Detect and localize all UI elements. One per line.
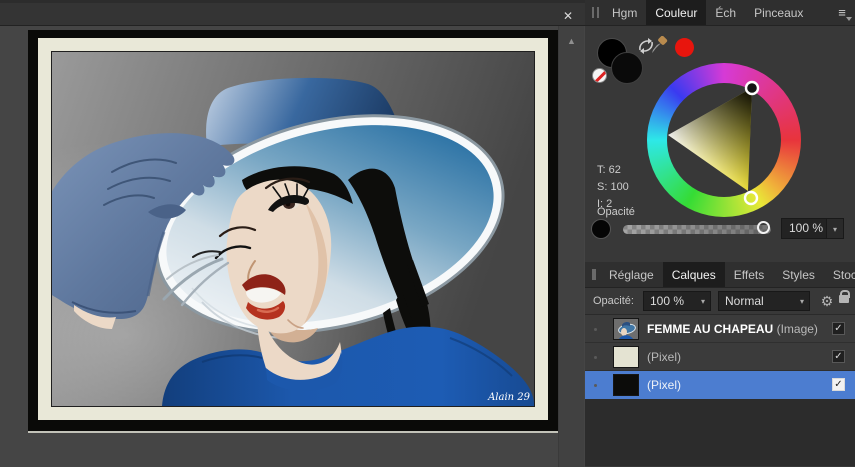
chevron-down-icon: ▾	[799, 297, 804, 306]
visibility-checkbox[interactable]: ✓	[832, 378, 845, 391]
layer-type: (Image)	[776, 322, 818, 336]
hue-marker[interactable]	[743, 190, 759, 206]
layer-type: (Pixel)	[647, 350, 682, 364]
opacity-dropdown-icon[interactable]: ▾	[827, 218, 844, 239]
layer-thumbnail[interactable]	[613, 346, 639, 368]
opacity-slider-handle[interactable]	[757, 221, 770, 234]
color-panel-tabs: Hgm Couleur Éch Pinceaux	[603, 0, 829, 25]
document-window: ✕ Alain 29 ▲	[0, 0, 585, 467]
layers-list: FEMME AU CHAPEAU (Image) ✓ (Pixel) ✓ (Pi…	[585, 315, 855, 466]
color-panel: Hgm Couleur Éch Pinceaux ≡ T: 62 S: 100 …	[585, 0, 855, 262]
layer-name: FEMME AU CHAPEAU	[647, 322, 774, 336]
layer-opacity-value: 100 %	[650, 294, 685, 308]
recent-color-swatch[interactable]	[675, 38, 694, 57]
lock-icon[interactable]	[839, 290, 850, 303]
tab-couleur[interactable]: Couleur	[646, 0, 707, 25]
document-tab-bar: ✕	[0, 0, 585, 26]
document-page: Alain 29	[28, 30, 558, 433]
layers-controls: Opacité: 100 % ▾ Normal ▾ ⚙	[585, 288, 855, 315]
color-panel-header: Hgm Couleur Éch Pinceaux ≡	[585, 0, 855, 26]
visibility-checkbox[interactable]: ✓	[832, 350, 845, 363]
layer-label: FEMME AU CHAPEAU (Image)	[647, 322, 818, 336]
layer-row-pixel-black[interactable]: (Pixel) ✓	[585, 371, 855, 399]
opacity-slider[interactable]	[623, 225, 771, 234]
shade-marker[interactable]	[744, 80, 760, 96]
opacity-label: Opacité	[597, 206, 635, 218]
no-fill-icon[interactable]	[592, 68, 607, 83]
artist-signature: Alain 29	[487, 392, 531, 403]
row-grip-icon	[594, 384, 597, 387]
saturation-triangle[interactable]	[647, 63, 801, 217]
panel-grip-icon[interactable]	[592, 269, 596, 280]
canvas-pasteboard[interactable]: Alain 29 ▲	[0, 26, 585, 467]
layer-label: (Pixel)	[647, 378, 681, 392]
panel-grip-icon[interactable]	[592, 7, 599, 18]
row-grip-icon	[594, 356, 597, 359]
artwork-frame: Alain 29	[38, 38, 548, 420]
app-root: ✕ Alain 29 ▲ Hgm Couleur Éch Pinceaux ≡ …	[0, 0, 855, 467]
gear-icon[interactable]: ⚙	[818, 291, 836, 311]
layers-empty-area	[585, 399, 855, 466]
hue-readout: T: 62	[597, 164, 621, 176]
tab-pinceaux[interactable]: Pinceaux	[745, 0, 812, 25]
blend-mode-select[interactable]: Normal ▾	[718, 291, 810, 311]
tab-stock[interactable]: Stock	[824, 262, 855, 287]
tab-styles[interactable]: Styles	[773, 262, 824, 287]
layer-row-femme-au-chapeau[interactable]: FEMME AU CHAPEAU (Image) ✓	[585, 315, 855, 343]
close-icon[interactable]: ✕	[559, 7, 577, 25]
chevron-down-icon: ▾	[700, 297, 705, 306]
row-grip-icon	[594, 328, 597, 331]
blend-mode-value: Normal	[725, 294, 764, 308]
primary-color-swatch[interactable]	[611, 52, 643, 84]
layer-type: (Pixel)	[647, 378, 682, 392]
layer-thumbnail[interactable]	[613, 318, 639, 340]
artwork-image: Alain 29	[51, 51, 535, 407]
tab-ech[interactable]: Éch	[706, 0, 745, 25]
canvas-scrollbar[interactable]: ▲	[558, 26, 584, 467]
layer-opacity-label: Opacité:	[593, 295, 634, 307]
opacity-value-field[interactable]: 100 %	[781, 218, 827, 239]
layer-opacity-select[interactable]: 100 % ▾	[643, 291, 711, 311]
color-panel-body: T: 62 S: 100 I: 2 Opacité 100 % ▾	[585, 26, 855, 262]
saturation-readout: S: 100	[597, 181, 629, 193]
scroll-up-icon[interactable]: ▲	[559, 36, 584, 46]
tab-calques[interactable]: Calques	[662, 262, 725, 287]
layers-panel: Réglage Calques Effets Styles Stock ≡ Op…	[585, 262, 855, 466]
artwork-illustration: Alain 29	[52, 52, 534, 406]
layer-label: (Pixel)	[647, 350, 681, 364]
layers-panel-tabs: Réglage Calques Effets Styles Stock	[600, 262, 855, 287]
panel-menu-icon[interactable]: ≡	[829, 0, 855, 25]
tab-hgm[interactable]: Hgm	[603, 0, 646, 25]
layer-thumbnail[interactable]	[613, 374, 639, 396]
opacity-color-swatch[interactable]	[591, 219, 611, 239]
tab-effets[interactable]: Effets	[725, 262, 773, 287]
side-panels: Hgm Couleur Éch Pinceaux ≡ T: 62 S: 100 …	[585, 0, 855, 467]
tab-reglage[interactable]: Réglage	[600, 262, 663, 287]
layers-panel-header: Réglage Calques Effets Styles Stock ≡	[585, 262, 855, 288]
color-wheel[interactable]	[647, 63, 801, 217]
layer-row-pixel-cream[interactable]: (Pixel) ✓	[585, 343, 855, 371]
eyedropper-icon[interactable]	[649, 36, 669, 56]
visibility-checkbox[interactable]: ✓	[832, 322, 845, 335]
